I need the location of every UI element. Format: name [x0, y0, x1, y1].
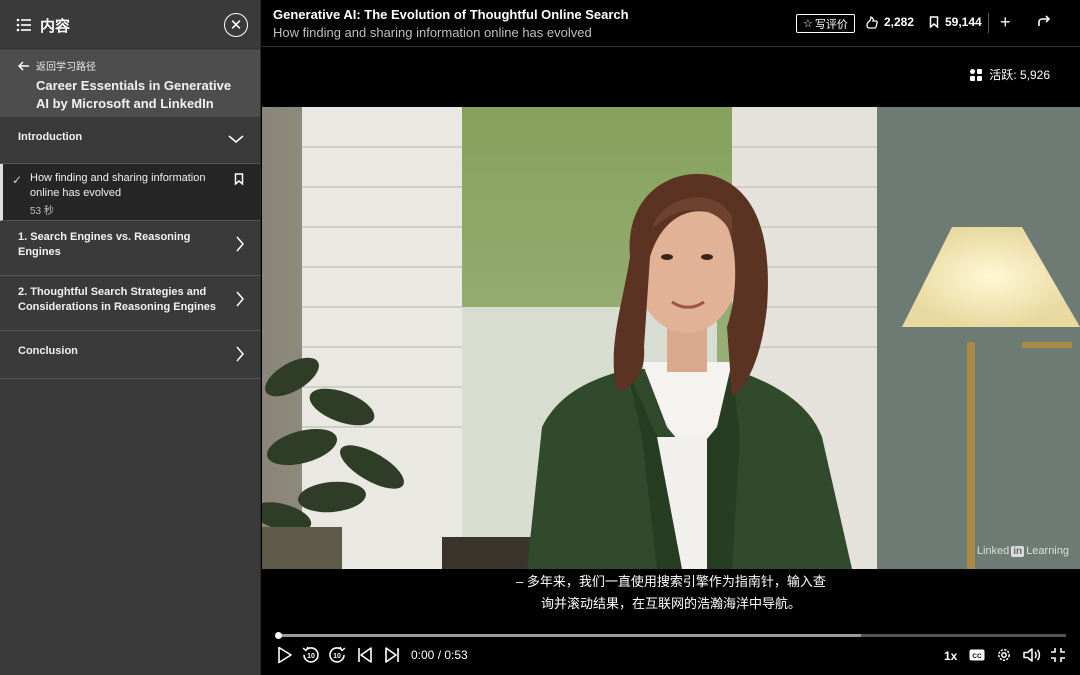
settings-icon[interactable]	[996, 644, 1012, 666]
course-header: Generative AI: The Evolution of Thoughtf…	[262, 0, 1080, 47]
sidebar-header: 内容 ✕	[0, 0, 260, 50]
playback-speed-button[interactable]: 1x	[944, 649, 957, 663]
instructor-video-image	[262, 107, 1080, 569]
people-icon	[970, 68, 983, 81]
progress-bar[interactable]	[275, 632, 1066, 639]
close-icon[interactable]: ✕	[224, 13, 248, 37]
save-button[interactable]: 59,144	[929, 15, 982, 29]
check-icon: ✓	[12, 173, 23, 187]
linkedin-logo-icon: in	[1011, 546, 1025, 557]
like-icon	[866, 15, 878, 29]
active-learners: 活跃: 5,926	[969, 66, 1050, 83]
back-arrow-icon	[18, 60, 29, 71]
linkedin-learning-watermark: Linked in Learning	[977, 545, 1069, 557]
scrubber-handle[interactable]	[275, 632, 282, 639]
section-label: 2. Thoughtful Search Strategies and Cons…	[18, 286, 217, 313]
review-label: 写评价	[814, 18, 848, 31]
chevron-right-icon[interactable]	[236, 236, 244, 252]
watermark-text: Linked	[976, 545, 1010, 557]
chevron-down-icon[interactable]	[228, 134, 244, 144]
section-label: 1. Search Engines vs. Reasoning Engines	[18, 231, 191, 258]
video-subtitle-header: How finding and sharing information onli…	[273, 25, 592, 40]
video-duration: 53 秒	[30, 206, 54, 217]
chevron-right-icon[interactable]	[236, 291, 244, 307]
like-count: 2,282	[884, 15, 915, 29]
forward-10-icon[interactable]: 10	[328, 644, 346, 666]
course-title-header: Generative AI: The Evolution of Thoughtf…	[273, 7, 629, 22]
next-icon[interactable]	[384, 644, 400, 666]
divider	[988, 13, 989, 33]
player-controls: 10 10 0:00 / 0:53 1x CC	[262, 644, 1080, 666]
save-count: 59,144	[945, 15, 982, 29]
share-icon[interactable]	[1037, 14, 1051, 28]
svg-text:CC: CC	[972, 653, 982, 660]
bookmark-icon[interactable]	[234, 173, 244, 185]
section-search-engines[interactable]: 1. Search Engines vs. Reasoning Engines	[0, 221, 260, 276]
video-captions: – 多年来，我们一直使用搜索引擎作为指南针，输入查 询并滚动结果，在互联网的浩瀚…	[262, 571, 1080, 615]
forward-seconds: 10	[333, 653, 341, 660]
back-label[interactable]: 返回学习路径	[36, 58, 96, 73]
video-title: How finding and sharing information onli…	[30, 172, 206, 199]
exit-fullscreen-icon[interactable]	[1050, 644, 1066, 666]
section-conclusion[interactable]: Conclusion	[0, 331, 260, 379]
current-video-item[interactable]: ✓ How finding and sharing information on…	[0, 164, 260, 221]
volume-icon[interactable]	[1023, 644, 1041, 666]
sidebar-title: 内容	[40, 17, 71, 35]
caption-line: – 多年来，我们一直使用搜索引擎作为指南针，输入查	[516, 574, 826, 589]
like-button[interactable]: 2,282	[866, 15, 914, 29]
write-review-button[interactable]: ☆ 写评价	[796, 14, 855, 33]
active-count: 活跃: 5,926	[989, 68, 1050, 82]
section-label: Conclusion	[18, 345, 78, 357]
rewind-seconds: 10	[307, 653, 315, 660]
section-label: Introduction	[18, 131, 83, 143]
contents-sidebar: 内容 ✕ 返回学习路径 Career Essentials in Generat…	[0, 0, 261, 675]
playback-time: 0:00 / 0:53	[411, 648, 468, 662]
list-icon	[16, 18, 31, 32]
previous-icon[interactable]	[357, 644, 373, 666]
play-icon[interactable]	[277, 644, 293, 666]
course-title: Career Essentials in Generative AI by Mi…	[36, 78, 232, 111]
chevron-right-icon[interactable]	[236, 346, 244, 362]
plus-icon[interactable]: +	[1000, 12, 1011, 33]
captions-icon[interactable]: CC	[969, 644, 985, 666]
learning-path-back[interactable]: 返回学习路径 Career Essentials in Generative A…	[0, 50, 260, 117]
watermark-text: Learning	[1026, 545, 1069, 557]
video-player[interactable]: 活跃: 5,926 Linked in Learning – 多年来，我们一直使…	[262, 48, 1080, 675]
rewind-10-icon[interactable]: 10	[302, 644, 320, 666]
section-introduction[interactable]: Introduction	[0, 117, 260, 164]
caption-line: 询并滚动结果，在互联网的浩瀚海洋中导航。	[540, 596, 801, 611]
buffered-bar	[277, 634, 861, 637]
star-icon: ☆	[803, 18, 813, 30]
video-frame[interactable]: Linked in Learning	[262, 107, 1080, 569]
section-search-strategies[interactable]: 2. Thoughtful Search Strategies and Cons…	[0, 276, 260, 331]
bookmark-icon	[929, 16, 939, 28]
